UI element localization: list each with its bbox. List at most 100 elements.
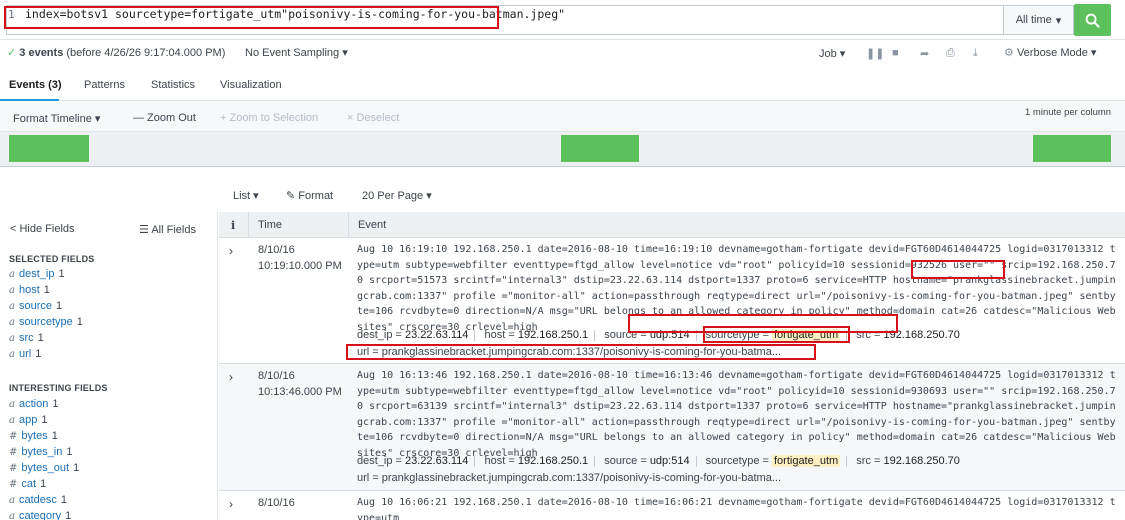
field-dest-ip[interactable]: dest_ip = 23.22.63.114 <box>357 455 468 467</box>
format-timeline-dropdown[interactable]: Format Timeline ▾ <box>13 112 100 125</box>
field-item-cat[interactable]: # cat 1 <box>9 478 46 490</box>
field-dest-ip[interactable]: dest_ip = 23.22.63.114 <box>357 329 468 341</box>
field-item-bytes-in[interactable]: # bytes_in 1 <box>9 446 73 458</box>
list-view-dropdown[interactable]: List ▾ <box>233 189 259 202</box>
print-icon[interactable]: ⎙ <box>946 47 955 60</box>
events-table: i Time Event › 8/10/16 10:19:10.000 PM A… <box>219 212 1125 520</box>
field-item-action[interactable]: a action 1 <box>9 398 58 410</box>
field-host[interactable]: host = 192.168.250.1 <box>485 329 589 341</box>
format-label: Format <box>298 190 334 202</box>
field-name: dest_ip <box>18 268 55 280</box>
column-info: i <box>231 219 236 232</box>
field-name: sourcetype <box>18 316 73 328</box>
field-type-icon: # <box>9 463 18 474</box>
field-source[interactable]: source = udp:514 <box>604 455 689 467</box>
field-name: bytes <box>21 430 48 442</box>
tab-patterns[interactable]: Patterns <box>84 79 125 91</box>
timeline-bar[interactable] <box>9 135 89 162</box>
chevron-right-icon[interactable]: › <box>229 497 233 511</box>
fields-sidebar: < Hide Fields ☰ All Fields SELECTED FIEL… <box>0 212 218 520</box>
field-name: action <box>18 398 49 410</box>
url-field-highlight-box <box>346 344 816 360</box>
mode-icon: ⚙ <box>1004 47 1014 59</box>
field-type-icon: a <box>9 333 15 344</box>
tab-visualization[interactable]: Visualization <box>220 79 282 91</box>
field-host[interactable]: host = 192.168.250.1 <box>485 455 589 467</box>
format-button[interactable]: ✎ Format <box>286 189 333 202</box>
pause-icon[interactable]: ❚❚ <box>866 47 884 60</box>
tab-statistics[interactable]: Statistics <box>151 79 195 91</box>
interesting-fields-heading: INTERESTING FIELDS <box>9 383 108 393</box>
search-icon <box>1085 13 1100 28</box>
event-time: 8/10/16 <box>258 495 295 511</box>
event-count: 3 events <box>19 47 64 59</box>
field-item-dest-ip[interactable]: a dest_ip 1 <box>9 268 65 280</box>
field-item-url[interactable]: a url 1 <box>9 348 41 360</box>
list-icon: ☰ <box>139 224 149 236</box>
search-button[interactable] <box>1074 4 1111 36</box>
job-menu[interactable]: Job ▾ <box>819 47 845 60</box>
field-count: 1 <box>66 446 73 458</box>
field-name: catdesc <box>18 494 57 506</box>
search-mode-label: Verbose Mode ▾ <box>1016 47 1097 59</box>
field-item-src[interactable]: a src 1 <box>9 332 44 344</box>
field-src[interactable]: src = 192.168.250.70 <box>856 455 960 467</box>
chevron-right-icon[interactable]: › <box>229 370 233 384</box>
field-item-source[interactable]: a source 1 <box>9 300 62 312</box>
field-count: 1 <box>65 510 72 520</box>
stop-icon[interactable]: ■ <box>892 47 899 59</box>
field-count: 1 <box>58 268 65 280</box>
timeline-bar[interactable] <box>1033 135 1111 162</box>
timeline-scale: 1 minute per column <box>1025 107 1112 118</box>
field-type-icon: # <box>9 431 18 442</box>
field-count: 1 <box>51 430 58 442</box>
search-bar: 1 index=botsv1 sourcetype=fortigate_utm"… <box>0 0 1125 40</box>
field-item-sourcetype[interactable]: a sourcetype 1 <box>9 316 83 328</box>
column-divider <box>348 212 349 238</box>
column-event: Event <box>358 219 387 231</box>
event-sampling-dropdown[interactable]: No Event Sampling ▾ <box>245 46 348 59</box>
field-item-app[interactable]: a app 1 <box>9 414 47 426</box>
srcip-highlight-box <box>911 260 1005 279</box>
field-name: category <box>18 510 62 520</box>
field-type-icon: a <box>9 269 15 280</box>
field-item-bytes-out[interactable]: # bytes_out 1 <box>9 462 79 474</box>
field-name: bytes_out <box>21 462 70 474</box>
search-mode-dropdown[interactable]: ⚙ Verbose Mode ▾ <box>1004 46 1096 59</box>
event-time: 8/10/16 10:19:10.000 PM <box>258 242 342 274</box>
field-name: host <box>18 284 40 296</box>
field-count: 1 <box>41 414 48 426</box>
tab-events[interactable]: Events (3) <box>9 79 62 91</box>
table-row: › 8/10/16 10:13:46.000 PM Aug 10 16:13:4… <box>219 364 1125 491</box>
field-item-host[interactable]: a host 1 <box>9 284 50 296</box>
all-fields-link[interactable]: ☰ All Fields <box>139 223 196 236</box>
field-url[interactable]: url = prankglassinebracket.jumpingcrab.c… <box>357 472 781 484</box>
zoom-out-button[interactable]: — Zoom Out <box>133 112 196 124</box>
zoom-to-selection-button[interactable]: + Zoom to Selection <box>220 112 318 124</box>
time-range-picker[interactable]: All time ▾ <box>1004 5 1074 35</box>
column-time[interactable]: Time <box>258 219 282 231</box>
event-field-summary: dest_ip = 23.22.63.114 host = 192.168.25… <box>357 455 960 467</box>
per-page-dropdown[interactable]: 20 Per Page ▾ <box>362 189 432 202</box>
export-icon[interactable]: ⤓ <box>973 47 978 60</box>
share-icon[interactable]: ➦ <box>920 47 929 60</box>
event-date: 8/10/16 <box>258 497 295 509</box>
field-item-bytes[interactable]: # bytes 1 <box>9 430 58 442</box>
selected-fields-heading: SELECTED FIELDS <box>9 254 95 264</box>
event-time: 8/10/16 10:13:46.000 PM <box>258 368 342 400</box>
event-date: 8/10/16 <box>258 244 295 256</box>
event-count-detail: (before 4/26/26 9:17:04.000 PM) <box>66 47 226 59</box>
field-count: 1 <box>73 462 80 474</box>
chevron-right-icon[interactable]: › <box>229 244 233 258</box>
timeline-toolbar: Format Timeline ▾ — Zoom Out + Zoom to S… <box>0 101 1125 132</box>
field-item-category[interactable]: a category 1 <box>9 510 71 520</box>
hide-fields-link[interactable]: < Hide Fields <box>10 223 75 235</box>
field-sourcetype[interactable]: sourcetype = fortigate_utm <box>706 455 841 467</box>
field-type-icon: a <box>9 301 15 312</box>
timeline-chart[interactable] <box>0 132 1125 166</box>
field-item-catdesc[interactable]: a catdesc 1 <box>9 494 67 506</box>
sourcetype-highlight-box <box>703 326 850 343</box>
field-count: 1 <box>52 398 59 410</box>
deselect-button[interactable]: × Deselect <box>347 112 399 124</box>
timeline-bar[interactable] <box>561 135 639 162</box>
